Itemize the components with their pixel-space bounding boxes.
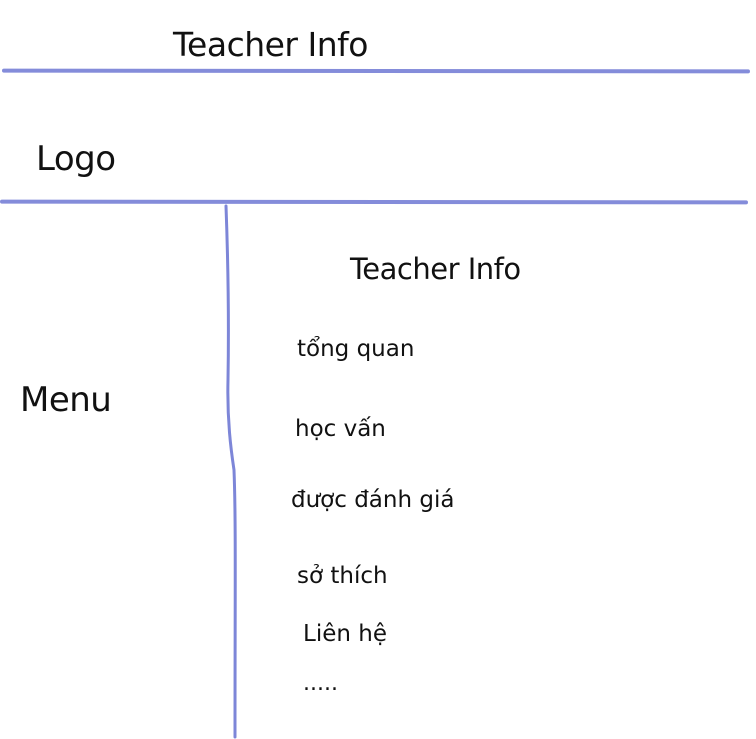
nav-item-reviews[interactable]: được đánh giá bbox=[291, 489, 454, 512]
nav-item-overview[interactable]: tổng quan bbox=[297, 338, 414, 361]
sidebar-menu-label[interactable]: Menu bbox=[20, 383, 112, 417]
nav-item-more[interactable]: ..... bbox=[303, 673, 338, 695]
nav-item-hobbies[interactable]: sở thích bbox=[297, 565, 388, 588]
nav-item-education[interactable]: học vấn bbox=[295, 418, 386, 441]
content-title: Teacher Info bbox=[350, 252, 521, 286]
nav-item-contact[interactable]: Liên hệ bbox=[303, 623, 387, 646]
